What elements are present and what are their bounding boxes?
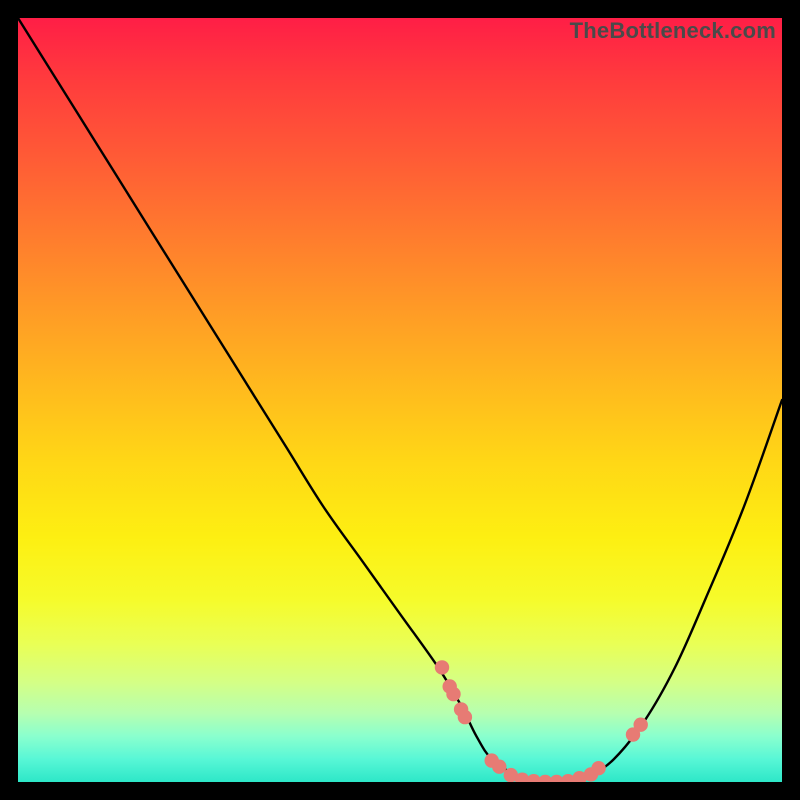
curve-markers: [435, 660, 648, 782]
curve-layer: [18, 18, 782, 782]
chart-frame: TheBottleneck.com: [18, 18, 782, 782]
curve-marker: [492, 760, 506, 774]
curve-marker: [591, 761, 605, 775]
bottleneck-curve: [18, 18, 782, 782]
curve-marker: [634, 718, 648, 732]
curve-marker: [458, 710, 472, 724]
curve-marker: [435, 660, 449, 674]
plot-area: TheBottleneck.com: [18, 18, 782, 782]
curve-marker: [446, 687, 460, 701]
